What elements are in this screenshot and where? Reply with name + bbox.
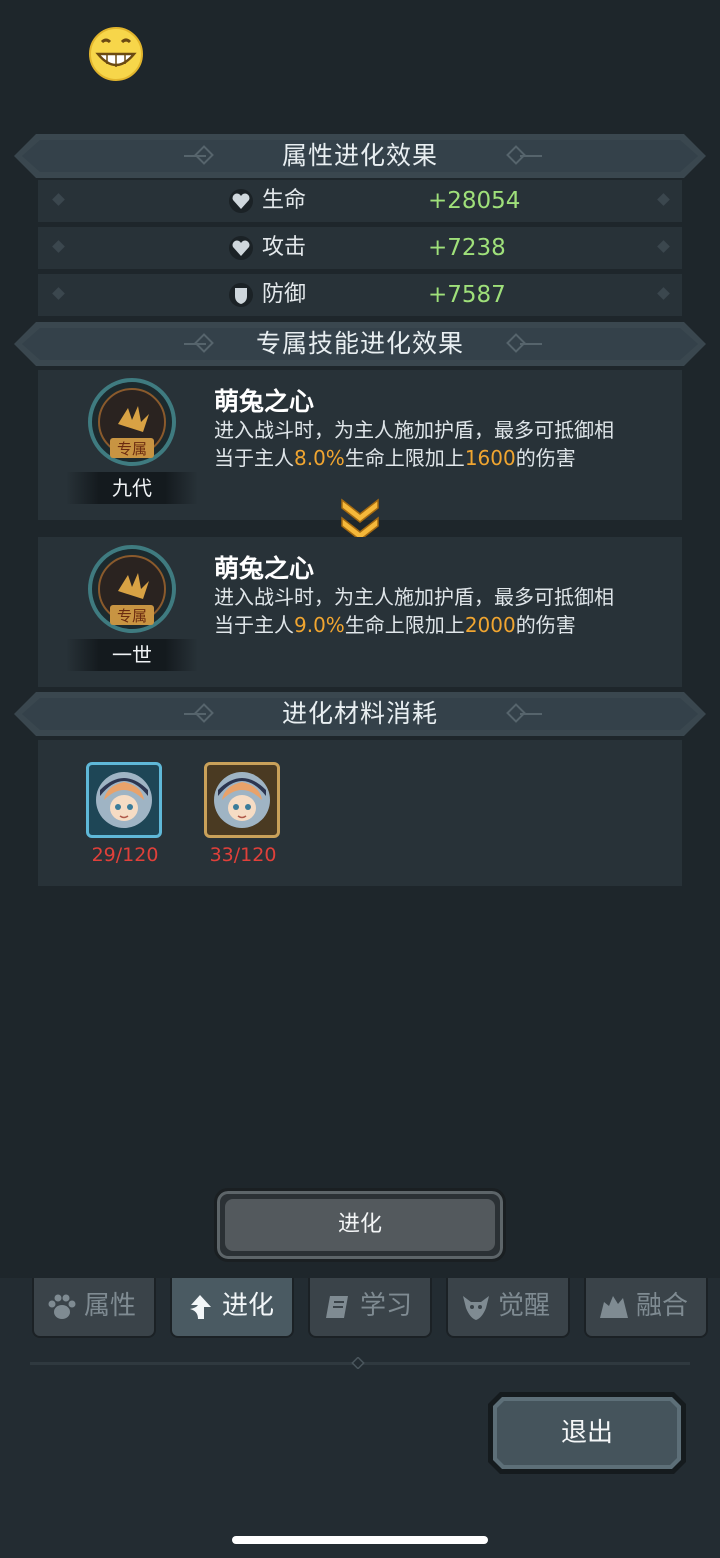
- skill-name: 萌兔之心: [214, 554, 315, 583]
- character-portrait-icon: [214, 772, 270, 828]
- stat-label: 防御: [262, 282, 307, 307]
- evolve-button-label: 进化: [225, 1199, 495, 1251]
- skill-section-header: 专属技能进化效果: [14, 322, 706, 366]
- stat-value: +28054: [428, 188, 521, 214]
- material-count: 33/120: [209, 844, 277, 866]
- material-item[interactable]: 29/120: [86, 762, 164, 866]
- fusion-icon: [600, 1296, 628, 1318]
- emblem-label: 专属: [117, 607, 147, 625]
- generation-label: 九代: [66, 472, 198, 504]
- stat-row-defense: 防御 +7587: [38, 274, 682, 316]
- tab-attributes[interactable]: 属性: [32, 1278, 156, 1338]
- attributes-section-header: 属性进化效果: [14, 134, 706, 178]
- book-icon: [326, 1296, 348, 1318]
- tab-label: 学习: [360, 1291, 413, 1321]
- tab-label: 觉醒: [498, 1291, 551, 1321]
- heart-shield-icon: [229, 236, 253, 260]
- skill-next-panel: 专属 一世 萌兔之心 进入战斗时，为主人施加护盾，最多可抵御相 当于主人9.0%…: [38, 537, 682, 687]
- tab-evolve[interactable]: 进化: [170, 1278, 294, 1338]
- section-title: 进化材料消耗: [281, 699, 438, 728]
- exit-button-label: 退出: [560, 1418, 613, 1448]
- exclusive-skill-emblem-icon: 专属: [88, 378, 176, 466]
- tab-label: 属性: [84, 1291, 137, 1321]
- heart-shield-icon: [229, 189, 253, 213]
- section-title: 属性进化效果: [281, 141, 438, 170]
- skill-name: 萌兔之心: [214, 387, 315, 416]
- material-count: 29/120: [91, 844, 159, 866]
- evolve-button[interactable]: 进化: [214, 1188, 506, 1262]
- material-portrait[interactable]: [204, 762, 280, 838]
- shield-icon: [229, 283, 253, 307]
- tab-learn[interactable]: 学习: [308, 1278, 432, 1338]
- stat-label: 生命: [262, 188, 307, 213]
- skill-description: 进入战斗时，为主人施加护盾，最多可抵御相 当于主人8.0%生命上限加上1600的…: [214, 418, 614, 470]
- materials-section-header: 进化材料消耗: [14, 692, 706, 736]
- skill-description: 进入战斗时，为主人施加护盾，最多可抵御相 当于主人9.0%生命上限加上2000的…: [214, 585, 614, 637]
- paw-icon: [48, 1294, 76, 1319]
- evolve-arrow-icon: [190, 1295, 211, 1319]
- stat-label: 攻击: [262, 235, 307, 260]
- character-portrait-icon: [96, 772, 152, 828]
- exit-button[interactable]: 退出: [488, 1392, 686, 1474]
- materials-panel: 29/120 33/120: [38, 740, 682, 886]
- tab-label: 融合: [636, 1291, 689, 1321]
- tab-label: 进化: [222, 1291, 275, 1321]
- section-title: 专属技能进化效果: [255, 329, 464, 358]
- tab-fusion[interactable]: 融合: [584, 1278, 708, 1338]
- material-portrait[interactable]: [86, 762, 162, 838]
- stat-row-attack: 攻击 +7238: [38, 227, 682, 269]
- stat-value: +7238: [428, 235, 506, 261]
- tab-awaken[interactable]: 觉醒: [446, 1278, 570, 1338]
- home-indicator[interactable]: [232, 1536, 488, 1544]
- awaken-head-icon: [463, 1296, 489, 1320]
- stat-value: +7587: [428, 282, 506, 308]
- grinning-emoji-icon: [89, 27, 143, 81]
- material-item[interactable]: 33/120: [204, 762, 282, 866]
- stat-row-hp: 生命 +28054: [38, 180, 682, 222]
- generation-label: 一世: [66, 639, 198, 671]
- divider-ornament-icon: [351, 1357, 365, 1369]
- emblem-label: 专属: [117, 440, 147, 458]
- exclusive-skill-emblem-icon: 专属: [88, 545, 176, 633]
